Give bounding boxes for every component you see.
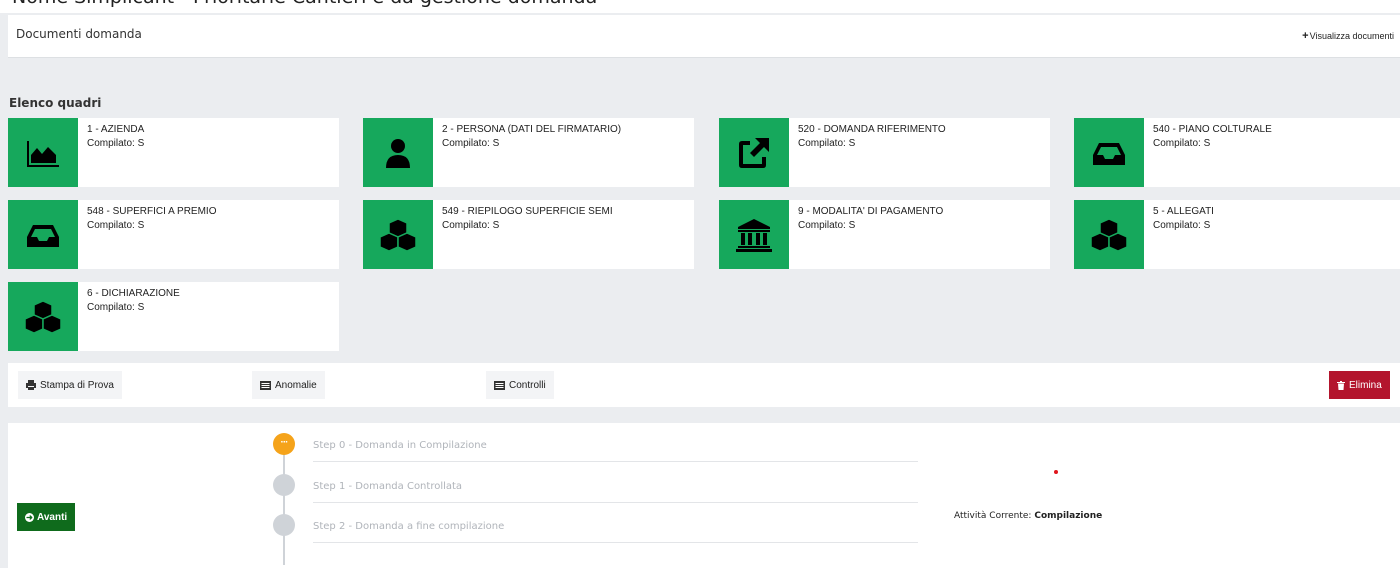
step-divider (313, 542, 918, 543)
step-label: Step 0 - Domanda in Compilazione (313, 440, 487, 451)
step-pending-indicator (273, 474, 295, 496)
area-chart-icon (8, 118, 78, 187)
list-box-icon (260, 380, 271, 390)
trash-icon (1337, 380, 1345, 390)
view-documents-link[interactable]: +Visualizza documenti (1302, 30, 1394, 42)
tile-title: 549 - RIEPILOGO SUPERFICIE SEMI (442, 206, 613, 217)
tile-status: Compilato: S (87, 302, 145, 313)
step-divider (313, 502, 918, 503)
anomalies-label: Anomalie (275, 379, 317, 391)
tile-title: 6 - DICHIARAZIONE (87, 288, 180, 299)
tile-title: 548 - SUPERFICI A PREMIO (87, 206, 217, 217)
tile-domanda-riferimento[interactable]: 520 - DOMANDA RIFERIMENTO Compilato: S (719, 118, 1050, 187)
cubes-icon (363, 200, 433, 269)
current-activity-value: Compilazione (1034, 511, 1103, 521)
tile-title: 1 - AZIENDA (87, 124, 145, 135)
next-button[interactable]: ➜ Avanti (17, 503, 76, 531)
tile-status: Compilato: S (798, 220, 856, 231)
tile-dichiarazione[interactable]: 6 - DICHIARAZIONE Compilato: S (8, 282, 339, 351)
tile-status: Compilato: S (1153, 220, 1211, 231)
arrow-right-circle-icon: ➜ (25, 512, 34, 522)
stepper-line (283, 445, 285, 565)
panel-title: Documenti domanda (16, 27, 142, 41)
inbox-icon (1074, 118, 1144, 187)
tile-status: Compilato: S (87, 220, 145, 231)
delete-button[interactable]: Elimina (1329, 371, 1390, 399)
bank-icon (719, 200, 789, 269)
tile-status: Compilato: S (1153, 138, 1211, 149)
step-pending-indicator (273, 514, 295, 536)
user-icon (363, 118, 433, 187)
tile-allegati[interactable]: 5 - ALLEGATI Compilato: S (1074, 200, 1400, 269)
checks-button[interactable]: Controlli (486, 371, 554, 399)
tile-title: 9 - MODALITA' DI PAGAMENTO (798, 206, 944, 217)
section-label: Elenco quadri (9, 96, 102, 110)
tile-title: 2 - PERSONA (DATI DEL FIRMATARIO) (442, 124, 622, 135)
tile-superfici-premio[interactable]: 548 - SUPERFICI A PREMIO Compilato: S (8, 200, 339, 269)
tile-modalita-pagamento[interactable]: 9 - MODALITA' DI PAGAMENTO Compilato: S (719, 200, 1050, 269)
external-link-icon (719, 118, 789, 187)
step-label: Step 1 - Domanda Controllata (313, 481, 463, 492)
cubes-icon (8, 282, 78, 351)
cubes-icon (1074, 200, 1144, 269)
delete-label: Elimina (1349, 379, 1382, 391)
tile-status: Compilato: S (798, 138, 856, 149)
red-dot-marker (1054, 470, 1058, 474)
top-banner-text: Nome Simplicant - Prioritarie Cantieri e… (12, 0, 597, 8)
documents-panel-header: Documenti domanda +Visualizza documenti (8, 15, 1400, 58)
top-banner-cropped: Nome Simplicant - Prioritarie Cantieri e… (0, 0, 1400, 13)
tile-title: 540 - PIANO COLTURALE (1153, 124, 1272, 135)
step-active-indicator: ··· (273, 433, 295, 455)
tile-status: Compilato: S (87, 138, 145, 149)
current-activity: Attività Corrente: Compilazione (954, 511, 1102, 521)
print-preview-label: Stampa di Prova (40, 379, 114, 391)
step-divider (313, 461, 918, 462)
anomalies-button[interactable]: Anomalie (252, 371, 325, 399)
print-icon (26, 380, 36, 390)
list-box-icon (494, 380, 505, 390)
print-preview-button[interactable]: Stampa di Prova (18, 371, 122, 399)
tile-title: 520 - DOMANDA RIFERIMENTO (798, 124, 946, 135)
current-activity-label: Attività Corrente: (954, 511, 1032, 521)
step-label: Step 2 - Domanda a fine compilazione (313, 521, 505, 532)
view-documents-label: Visualizza documenti (1309, 31, 1394, 41)
tile-persona[interactable]: 2 - PERSONA (DATI DEL FIRMATARIO) Compil… (363, 118, 694, 187)
checks-label: Controlli (509, 379, 546, 391)
ellipsis-icon: ··· (280, 437, 289, 448)
plus-icon: + (1302, 30, 1309, 42)
tile-status: Compilato: S (442, 220, 500, 231)
next-label: Avanti (37, 511, 68, 523)
tile-riepilogo-superficie[interactable]: 549 - RIEPILOGO SUPERFICIE SEMI Compilat… (363, 200, 694, 269)
action-bar: Stampa di Prova Anomalie Controlli Elimi… (8, 363, 1400, 407)
tile-azienda[interactable]: 1 - AZIENDA Compilato: S (8, 118, 339, 187)
workflow-panel: ➜ Avanti ··· Step 0 - Domanda in Compila… (8, 423, 1400, 568)
inbox-icon (8, 200, 78, 269)
tile-status: Compilato: S (442, 138, 500, 149)
tile-title: 5 - ALLEGATI (1153, 206, 1214, 217)
tile-piano-colturale[interactable]: 540 - PIANO COLTURALE Compilato: S (1074, 118, 1400, 187)
